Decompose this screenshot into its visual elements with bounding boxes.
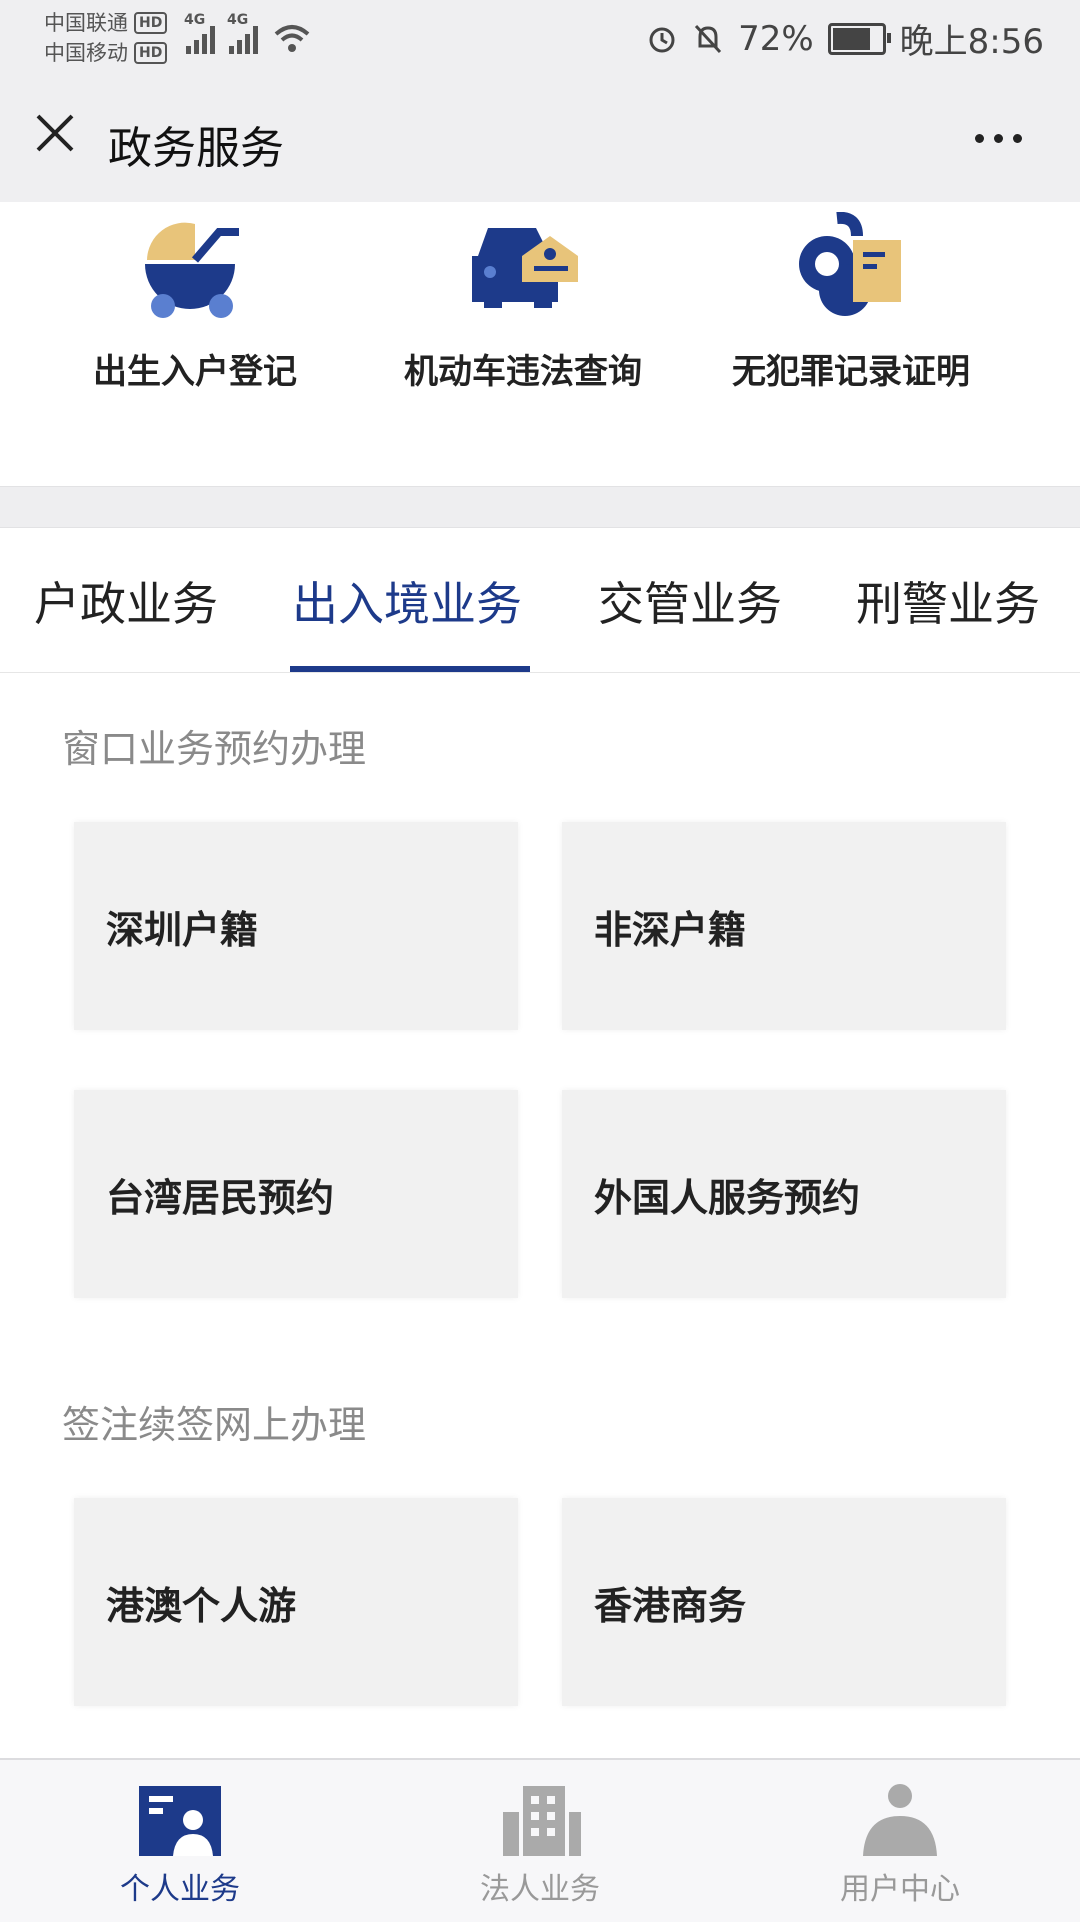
status-bar: 中国联通 HD 中国移动 HD 4G 4G 72% 晚上8:56	[0, 0, 1080, 82]
bottom-nav: 个人业务 法人业务 用户中心	[0, 1758, 1080, 1922]
service-card-non-shenzhen-hukou[interactable]: 非深户籍	[562, 822, 1006, 1030]
user-icon	[863, 1784, 937, 1856]
person-card-icon	[139, 1786, 221, 1856]
tab-criminal-police[interactable]: 刑警业务	[856, 568, 1040, 634]
alarm-icon	[649, 27, 675, 52]
car-police-icon	[472, 228, 578, 308]
section-title-visa-online: 签注续签网上办理	[62, 1403, 367, 1447]
carrier-name-1: 中国联通	[44, 11, 128, 35]
service-card-label: 台湾居民预约	[106, 1175, 335, 1220]
nav-label: 个人业务	[120, 1872, 240, 1907]
baby-stroller-icon	[145, 222, 239, 318]
hd-badge-1: HD	[134, 12, 168, 34]
battery-icon	[827, 22, 891, 55]
tab-traffic[interactable]: 交管业务	[598, 568, 782, 634]
service-card-taiwan-resident[interactable]: 台湾居民预约	[74, 1090, 518, 1298]
page-title: 政务服务	[108, 123, 284, 174]
quick-service-label: 出生入户登记	[93, 352, 297, 392]
battery-percent: 72%	[738, 18, 814, 59]
signal-bars-icon: 4G	[184, 12, 215, 54]
hd-badge-2: HD	[134, 42, 168, 64]
carrier-info: 中国联通 HD 中国移动 HD	[44, 8, 168, 68]
wifi-icon	[274, 25, 310, 52]
active-tab-indicator	[290, 666, 530, 672]
nav-label: 用户中心	[840, 1872, 960, 1907]
service-card-hk-macau-individual[interactable]: 港澳个人游	[74, 1498, 518, 1706]
more-options-icon[interactable]	[975, 134, 1022, 143]
signal-indicators: 4G 4G	[184, 12, 312, 54]
tab-entry-exit[interactable]: 出入境业务	[292, 568, 522, 634]
nav-corporate-business[interactable]: 法人业务	[390, 1782, 690, 1908]
quick-service-birth-registration[interactable]: 出生入户登记	[30, 212, 360, 393]
quick-service-no-criminal-record[interactable]: 无犯罪记录证明	[686, 212, 1016, 393]
service-card-label: 非深户籍	[594, 907, 747, 952]
service-card-shenzhen-hukou[interactable]: 深圳户籍	[74, 822, 518, 1030]
status-right: 72% 晚上8:56	[646, 14, 1044, 63]
nav-user-center[interactable]: 用户中心	[750, 1782, 1050, 1908]
building-icon	[503, 1786, 581, 1856]
category-tabs: 户政业务 出入境业务 交管业务 刑警业务	[0, 528, 1080, 673]
section-title-window-appointment: 窗口业务预约办理	[62, 727, 367, 771]
title-bar: 政务服务	[0, 82, 1080, 202]
clock: 晚上8:56	[899, 22, 1044, 62]
service-card-hk-business[interactable]: 香港商务	[562, 1498, 1006, 1706]
quick-service-label: 无犯罪记录证明	[732, 352, 970, 392]
nav-label: 法人业务	[480, 1872, 600, 1907]
tab-household[interactable]: 户政业务	[34, 568, 218, 634]
service-card-label: 港澳个人游	[106, 1583, 297, 1628]
service-card-label: 香港商务	[594, 1583, 747, 1628]
mute-bell-icon	[694, 24, 722, 53]
signal-bars-icon: 4G	[227, 12, 258, 54]
quick-service-vehicle-violation[interactable]: 机动车违法查询	[358, 212, 688, 393]
carrier-name-2: 中国移动	[44, 41, 128, 65]
nav-personal-business[interactable]: 个人业务	[30, 1782, 330, 1908]
quick-services: 出生入户登记 机动车违法查询 无犯罪记录证明	[0, 202, 1080, 486]
service-card-foreigner-service[interactable]: 外国人服务预约	[562, 1090, 1006, 1298]
service-card-label: 外国人服务预约	[594, 1175, 861, 1220]
quick-service-label: 机动车违法查询	[404, 352, 642, 392]
section-divider	[0, 486, 1080, 528]
handcuffs-document-icon	[799, 212, 901, 316]
service-card-label: 深圳户籍	[106, 907, 259, 952]
close-icon[interactable]	[34, 112, 76, 154]
